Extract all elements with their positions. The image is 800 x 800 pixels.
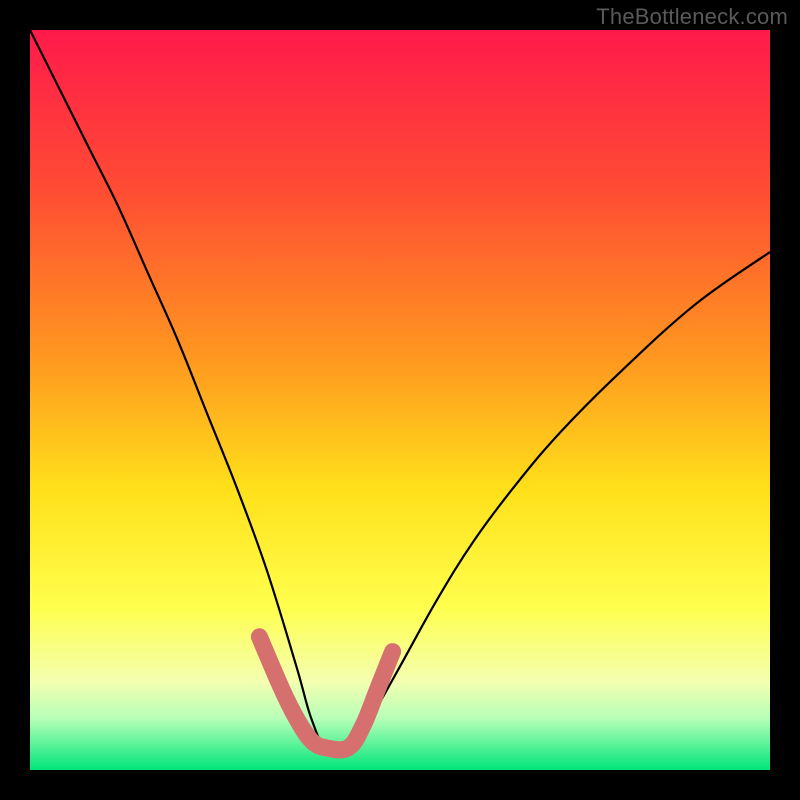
plot-svg [30,30,770,770]
watermark-text: TheBottleneck.com [596,4,788,30]
gradient-background [30,30,770,770]
chart-frame: TheBottleneck.com [0,0,800,800]
bottleneck-plot [30,30,770,770]
